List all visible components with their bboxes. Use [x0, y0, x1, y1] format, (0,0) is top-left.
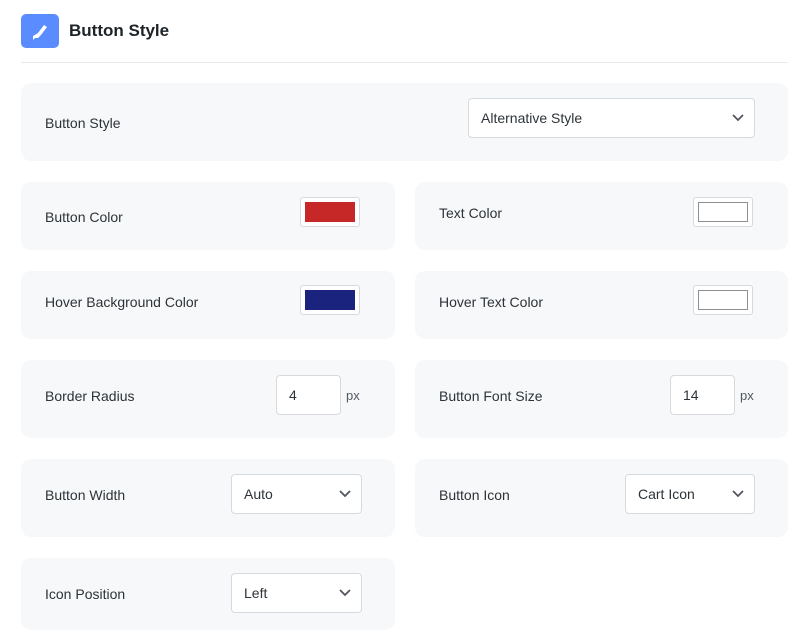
button-icon-value: Cart Icon — [638, 486, 695, 502]
icon-position-select[interactable]: Left — [231, 573, 362, 613]
hover-bg-color-card: Hover Background Color — [21, 271, 395, 339]
text-color-card: Text Color — [415, 182, 788, 250]
text-color-fill — [698, 202, 748, 222]
text-color-label: Text Color — [439, 205, 503, 221]
text-color-swatch[interactable] — [693, 197, 753, 227]
button-style-value: Alternative Style — [481, 110, 583, 126]
chevron-down-icon — [732, 490, 744, 498]
section-title: Button Style — [69, 21, 170, 40]
font-size-unit: px — [740, 388, 754, 403]
brush-icon — [21, 14, 59, 48]
font-size-value: 14 — [683, 387, 699, 403]
font-size-label: Button Font Size — [439, 388, 543, 404]
icon-position-value: Left — [244, 585, 268, 601]
border-radius-card: Border Radius 4 px — [21, 360, 395, 438]
chevron-down-icon — [732, 114, 744, 122]
hover-bg-color-label: Hover Background Color — [45, 294, 199, 310]
hover-text-color-label: Hover Text Color — [439, 294, 544, 310]
chevron-down-icon — [339, 490, 351, 498]
chevron-down-icon — [339, 589, 351, 597]
button-style-label: Button Style — [45, 115, 121, 131]
button-width-select[interactable]: Auto — [231, 474, 362, 514]
border-radius-input[interactable]: 4 — [276, 375, 341, 415]
button-icon-label: Button Icon — [439, 487, 510, 503]
button-color-label: Button Color — [45, 209, 123, 225]
button-width-label: Button Width — [45, 487, 126, 503]
button-icon-card: Button Icon Cart Icon — [415, 459, 788, 537]
border-radius-unit: px — [346, 388, 360, 403]
icon-position-card: Icon Position Left — [21, 558, 395, 630]
hover-text-color-swatch[interactable] — [693, 285, 753, 315]
section-header: Button Style — [21, 14, 169, 48]
button-style-card: Button Style Alternative Style — [21, 83, 788, 161]
header-divider — [21, 62, 788, 63]
button-icon-select[interactable]: Cart Icon — [625, 474, 755, 514]
button-style-select[interactable]: Alternative Style — [468, 98, 755, 138]
button-color-swatch[interactable] — [300, 197, 360, 227]
border-radius-label: Border Radius — [45, 388, 135, 404]
font-size-card: Button Font Size 14 px — [415, 360, 788, 438]
button-width-card: Button Width Auto — [21, 459, 395, 537]
hover-text-color-fill — [698, 290, 748, 310]
hover-bg-color-fill — [305, 290, 355, 310]
font-size-input[interactable]: 14 — [670, 375, 735, 415]
hover-text-color-card: Hover Text Color — [415, 271, 788, 339]
button-color-fill — [305, 202, 355, 222]
button-color-card: Button Color — [21, 182, 395, 250]
hover-bg-color-swatch[interactable] — [300, 285, 360, 315]
button-width-value: Auto — [244, 486, 273, 502]
icon-position-label: Icon Position — [45, 586, 126, 602]
border-radius-value: 4 — [289, 387, 297, 403]
